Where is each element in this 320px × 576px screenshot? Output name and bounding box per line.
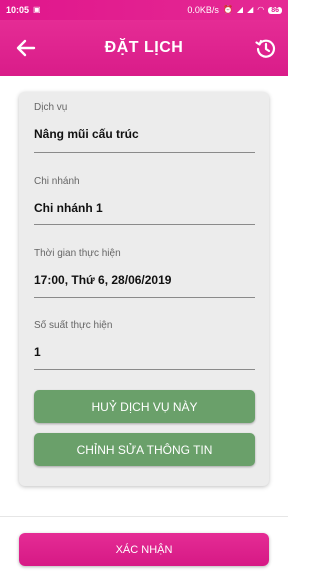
time-field[interactable]: Thời gian thực hiện 17:00, Thứ 6, 28/06/… (34, 248, 255, 300)
history-icon[interactable] (254, 36, 278, 60)
time-label: Thời gian thực hiện (34, 248, 121, 259)
branch-value: Chi nhánh 1 (34, 201, 103, 215)
network-speed: 0.0KB/s (187, 5, 219, 15)
alarm-icon: ⏰ (222, 5, 233, 14)
slots-label: Số suất thực hiện (34, 320, 113, 331)
arrow-left-icon[interactable] (14, 36, 38, 60)
time-value: 17:00, Thứ 6, 28/06/2019 (34, 273, 172, 287)
service-field[interactable]: Dịch vụ Nâng mũi cấu trúc (34, 102, 255, 154)
booking-card: Dịch vụ Nâng mũi cấu trúc Chi nhánh Chi … (19, 92, 269, 486)
divider (34, 152, 255, 153)
branch-field[interactable]: Chi nhánh Chi nhánh 1 (34, 176, 255, 228)
signal-icon: ◢ (247, 5, 254, 14)
footer-divider (0, 516, 288, 517)
service-label: Dịch vụ (34, 102, 68, 113)
battery-icon: 86 (268, 6, 282, 14)
divider (34, 224, 255, 225)
signal-icon: ◢ (236, 5, 244, 14)
divider (34, 297, 255, 298)
slots-field[interactable]: Số suất thực hiện 1 (34, 320, 255, 372)
status-time: 10:05 (6, 5, 30, 15)
edit-info-button[interactable]: CHỈNH SỬA THÔNG TIN (34, 433, 255, 466)
wifi-icon: ◠ (257, 5, 265, 14)
cancel-service-button[interactable]: HUỶ DỊCH VỤ NÀY (34, 390, 255, 423)
confirm-button[interactable]: XÁC NHẬN (19, 533, 269, 566)
divider (34, 369, 255, 370)
status-bar: 10:05 ▣ 0.0KB/s ⏰ ◢ ◢ ◠ 86 (0, 0, 288, 20)
branch-label: Chi nhánh (34, 176, 80, 187)
service-value: Nâng mũi cấu trúc (34, 127, 139, 141)
notification-icon: ▣ (33, 5, 41, 14)
page-title: ĐẶT LỊCH (104, 39, 184, 56)
slots-value: 1 (34, 345, 41, 359)
app-bar: ĐẶT LỊCH (0, 20, 288, 76)
